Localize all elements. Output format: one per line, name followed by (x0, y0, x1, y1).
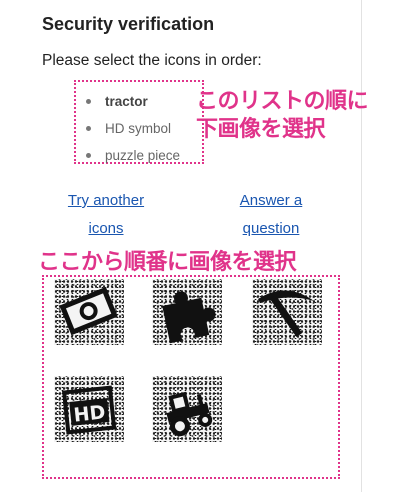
list-annotation: このリストの順に 下画像を選択 (196, 89, 369, 142)
svg-text:HD: HD (73, 401, 107, 426)
bullet-icon (86, 153, 91, 158)
tractor-icon (166, 391, 213, 437)
tile-tractor[interactable] (152, 376, 222, 442)
page-title: Security verification (42, 14, 215, 34)
tile-hd-symbol[interactable]: HD (54, 376, 124, 442)
list-item: puzzle piece (86, 142, 180, 169)
hd-symbol-icon: HD (61, 385, 117, 435)
instruction-text: Please select the icons in order: (42, 52, 262, 69)
puzzle-piece-icon (162, 291, 216, 344)
tile-money[interactable] (54, 279, 124, 345)
bullet-icon (86, 126, 91, 131)
pickaxe-icon (258, 290, 314, 337)
list-item: tractor (86, 88, 180, 115)
tile-puzzle-piece[interactable] (152, 279, 222, 345)
tile-pickaxe[interactable] (252, 279, 322, 345)
answer-a-question-link[interactable]: Answer a question (228, 187, 314, 243)
list-item: HD symbol (86, 115, 180, 142)
money-icon (59, 286, 118, 336)
try-another-icons-link[interactable]: Try another icons (58, 187, 154, 243)
grid-annotation: ここから順番に画像を選択 (38, 250, 297, 275)
bullet-icon (86, 99, 91, 104)
icon-order-list: tractor HD symbol puzzle piece (74, 80, 204, 164)
